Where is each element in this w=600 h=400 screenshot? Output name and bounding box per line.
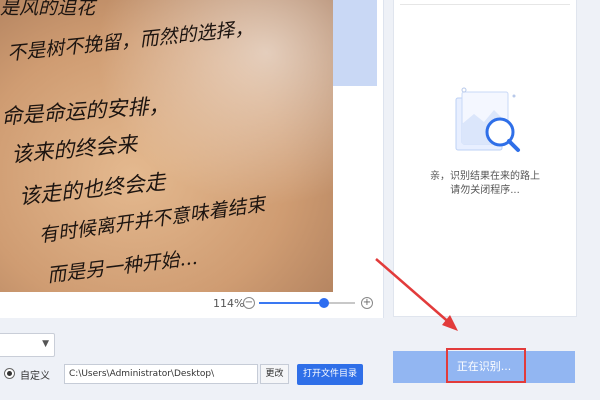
- open-folder-button[interactable]: 打开文件目录: [297, 364, 363, 385]
- zoom-slider-thumb[interactable]: [319, 298, 330, 308]
- format-dropdown[interactable]: ▼: [0, 333, 55, 357]
- image-line: 该来的终会来: [10, 132, 140, 167]
- image-line: 不是树不挽留，而然的选择，: [6, 17, 254, 65]
- change-path-button[interactable]: 更改: [260, 364, 289, 384]
- divider: [400, 4, 570, 5]
- zoom-label: 114%: [213, 297, 245, 310]
- custom-path-radio[interactable]: [4, 368, 15, 379]
- image-scroll-area[interactable]: [333, 0, 377, 86]
- zoom-slider-fill: [259, 302, 325, 304]
- custom-path-label: 自定义: [20, 371, 50, 382]
- result-message-line: 亲，识别结果在来的路上: [430, 171, 540, 182]
- annotation-arrow-icon: [375, 258, 458, 331]
- handwriting-photo: 是风的追花 不是树不挽留，而然的选择， 命是命运的安排， 该来的终会来 该走的也…: [0, 0, 269, 287]
- recognize-button[interactable]: 正在识别...: [393, 351, 575, 383]
- image-line: 该走的也终会走: [18, 170, 169, 209]
- zoom-out-icon[interactable]: −: [243, 297, 255, 309]
- image-line: 命是命运的安排，: [1, 93, 170, 129]
- handwritten-image: 是风的追花 不是树不挽留，而然的选择， 命是命运的安排， 该来的终会来 该走的也…: [0, 0, 333, 292]
- save-path-input[interactable]: [64, 364, 258, 384]
- image-preview-panel: 是风的追花 不是树不挽留，而然的选择， 命是命运的安排， 该来的终会来 该走的也…: [0, 0, 384, 318]
- image-line: 而是另一种开始...: [46, 247, 199, 287]
- zoom-slider[interactable]: [259, 298, 355, 308]
- result-message-line: 请勿关闭程序...: [450, 185, 520, 196]
- result-status-message: 亲，识别结果在来的路上 请勿关闭程序...: [394, 170, 576, 198]
- magnifier-icon: [455, 87, 520, 152]
- chevron-down-icon: ▼: [42, 339, 49, 349]
- image-line: 是风的追花: [0, 0, 98, 19]
- zoom-bar: 114% − +: [0, 292, 383, 318]
